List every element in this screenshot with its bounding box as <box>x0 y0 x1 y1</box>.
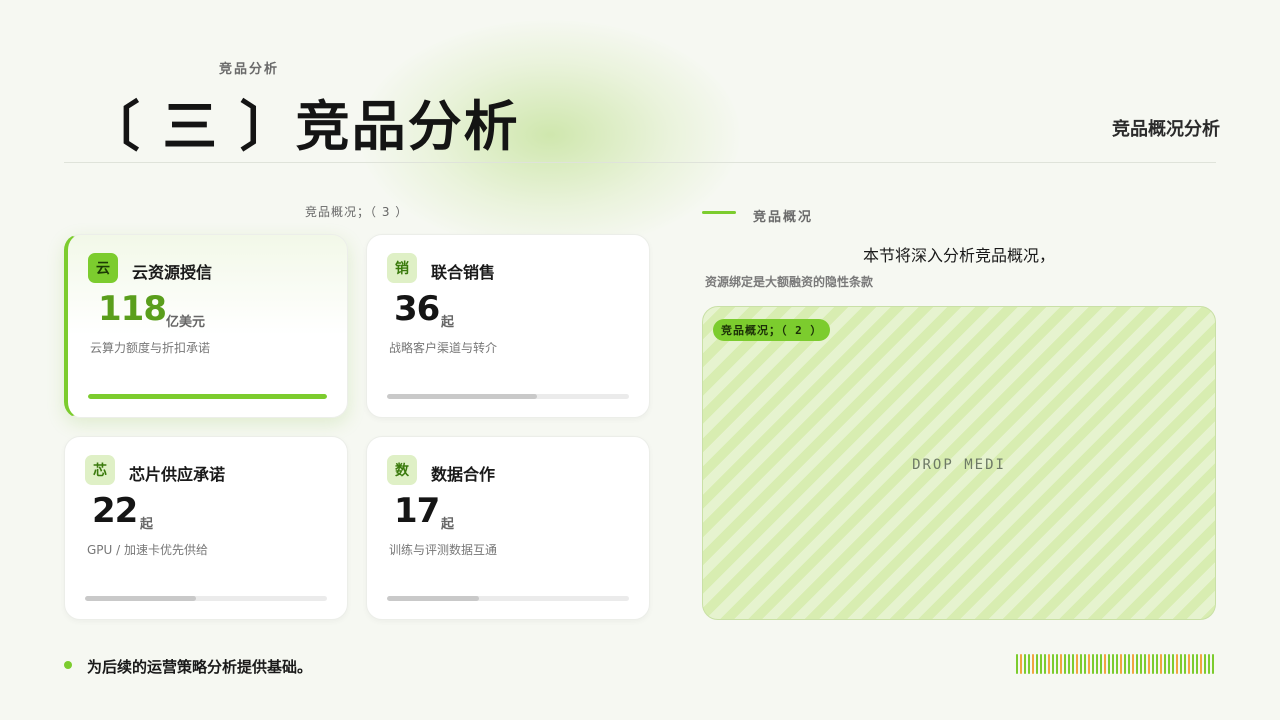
card-value: 36 <box>394 289 440 329</box>
barcode-stripe <box>1032 654 1034 674</box>
card-value: 118 <box>98 289 167 329</box>
barcode-stripe <box>1100 654 1102 674</box>
card-unit: 亿美元 <box>166 315 206 330</box>
barcode-stripe <box>1112 654 1114 674</box>
card-title: 联合销售 <box>431 263 496 282</box>
header-kicker: 竞品分析 <box>219 62 280 77</box>
barcode-stripe <box>1036 654 1038 674</box>
barcode-stripe <box>1016 654 1018 674</box>
barcode-stripe <box>1156 654 1158 674</box>
barcode-stripe <box>1128 654 1130 674</box>
barcode-stripe <box>1188 654 1190 674</box>
page-title: 〔 三 〕竞品分析 <box>86 95 520 158</box>
card-unit: 起 <box>140 517 154 532</box>
bullet-dot <box>64 661 72 669</box>
header-divider <box>64 162 1216 163</box>
barcode-stripe <box>1076 654 1078 674</box>
barcode-stripe <box>1120 654 1122 674</box>
card-title: 云资源授信 <box>132 263 213 282</box>
card-description: 战略客户渠道与转介 <box>389 341 498 355</box>
section-label: 竞品概况分析 <box>1112 119 1220 140</box>
barcode-stripe <box>1060 654 1062 674</box>
barcode-stripe <box>1208 654 1210 674</box>
right-kicker: 竞品概况 <box>753 210 814 225</box>
barcode-stripe <box>1200 654 1202 674</box>
progress-fill <box>387 394 538 399</box>
decorative-barcode <box>1016 654 1214 674</box>
barcode-stripe <box>1192 654 1194 674</box>
barcode-stripe <box>1028 654 1030 674</box>
barcode-stripe <box>1204 654 1206 674</box>
chip-icon: 芯 <box>85 455 115 485</box>
progress-fill <box>88 394 327 399</box>
barcode-stripe <box>1184 654 1186 674</box>
card-value: 17 <box>394 491 440 531</box>
sales-icon: 销 <box>387 253 417 283</box>
card-description: GPU / 加速卡优先供给 <box>87 543 208 557</box>
barcode-stripe <box>1212 654 1214 674</box>
progress-track <box>387 596 629 601</box>
cloud-icon: 云 <box>88 253 118 283</box>
barcode-stripe <box>1164 654 1166 674</box>
right-lead-text: 本节将深入分析竞品概况， <box>862 246 1055 265</box>
barcode-stripe <box>1044 654 1046 674</box>
stat-card-chip[interactable]: 芯 芯片供应承诺 22 起 GPU / 加速卡优先供给 <box>64 436 348 620</box>
barcode-stripe <box>1040 654 1042 674</box>
barcode-stripe <box>1148 654 1150 674</box>
barcode-stripe <box>1096 654 1098 674</box>
barcode-stripe <box>1144 654 1146 674</box>
card-unit: 起 <box>441 517 455 532</box>
barcode-stripe <box>1072 654 1074 674</box>
right-subtext: 资源绑定是大额融资的隐性条款 <box>705 275 874 289</box>
barcode-stripe <box>1152 654 1154 674</box>
progress-track <box>387 394 629 399</box>
card-title: 数据合作 <box>431 465 496 484</box>
accent-dash <box>702 211 736 214</box>
barcode-stripe <box>1140 654 1142 674</box>
barcode-stripe <box>1088 654 1090 674</box>
barcode-stripe <box>1196 654 1198 674</box>
barcode-stripe <box>1052 654 1054 674</box>
barcode-stripe <box>1176 654 1178 674</box>
stat-card-data[interactable]: 数 数据合作 17 起 训练与评测数据互通 <box>366 436 650 620</box>
drop-zone-tag: 竞品概况；（ 2 ） <box>713 319 831 341</box>
card-description: 云算力额度与折扣承诺 <box>90 341 211 355</box>
barcode-stripe <box>1124 654 1126 674</box>
barcode-stripe <box>1024 654 1026 674</box>
stat-card-cloud[interactable]: 云 云资源授信 118 亿美元 云算力额度与折扣承诺 <box>64 234 348 418</box>
barcode-stripe <box>1116 654 1118 674</box>
barcode-stripe <box>1092 654 1094 674</box>
card-value: 22 <box>92 491 138 531</box>
barcode-stripe <box>1020 654 1022 674</box>
barcode-stripe <box>1172 654 1174 674</box>
barcode-stripe <box>1064 654 1066 674</box>
progress-track <box>85 596 327 601</box>
barcode-stripe <box>1068 654 1070 674</box>
barcode-stripe <box>1136 654 1138 674</box>
barcode-stripe <box>1168 654 1170 674</box>
barcode-stripe <box>1132 654 1134 674</box>
barcode-stripe <box>1048 654 1050 674</box>
barcode-stripe <box>1056 654 1058 674</box>
barcode-stripe <box>1080 654 1082 674</box>
data-icon: 数 <box>387 455 417 485</box>
barcode-stripe <box>1108 654 1110 674</box>
card-description: 训练与评测数据互通 <box>389 543 498 557</box>
media-drop-zone[interactable]: 竞品概况；（ 2 ） DROP MEDI <box>702 306 1216 620</box>
progress-fill <box>85 596 197 601</box>
barcode-stripe <box>1180 654 1182 674</box>
barcode-stripe <box>1084 654 1086 674</box>
progress-fill <box>387 596 479 601</box>
barcode-stripe <box>1160 654 1162 674</box>
barcode-stripe <box>1104 654 1106 674</box>
footer-bullet-text: 为后续的运营策略分析提供基础。 <box>87 658 313 676</box>
drop-zone-label: DROP MEDI <box>912 457 1006 473</box>
card-unit: 起 <box>441 315 455 330</box>
grid-caption: 竞品概况；（ 3 ） <box>305 205 409 219</box>
stat-card-sales[interactable]: 销 联合销售 36 起 战略客户渠道与转介 <box>366 234 650 418</box>
progress-track <box>88 394 327 399</box>
card-title: 芯片供应承诺 <box>129 465 226 484</box>
